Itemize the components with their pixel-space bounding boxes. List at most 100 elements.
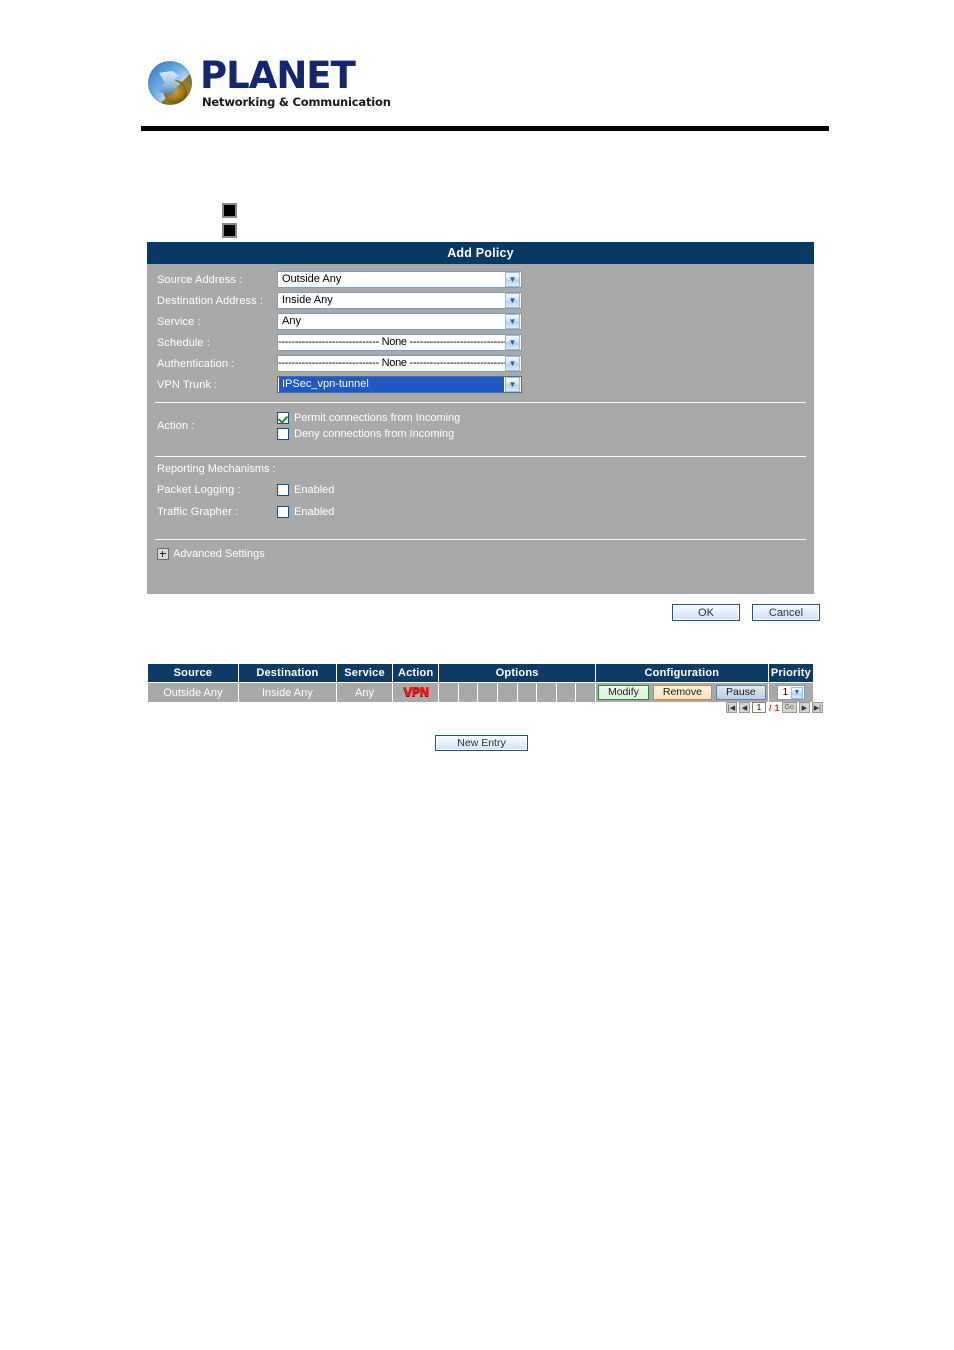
pause-button[interactable]: Pause [716,685,766,700]
chevron-down-icon[interactable]: ▼ [505,377,520,392]
select-destination-address[interactable]: Inside Any ▼ [277,292,522,309]
cell-option-5 [516,682,538,703]
column-header-service: Service [335,663,394,683]
field-row-source-address: Source Address : Outside Any ▼ [147,269,814,290]
column-header-options: Options [438,663,596,683]
cell-option-7 [555,682,577,703]
chevron-down-icon[interactable]: ▼ [505,272,520,287]
chevron-down-icon[interactable]: ▼ [505,335,520,350]
label-destination-address: Destination Address : [157,294,264,307]
select-vpn-trunk-value: IPSec_vpn-tunnel [279,377,504,392]
checkbox-row-deny[interactable]: Deny connections from Incoming [277,428,460,440]
field-row-authentication: Authentication : -----------------------… [147,353,814,374]
label-traffic-grapher: Traffic Grapher : [157,505,239,518]
ok-button[interactable]: OK [672,604,740,621]
cell-option-4 [497,682,518,703]
vpn-badge-icon: VPN [403,685,429,699]
label-source-address: Source Address : [157,273,243,286]
modify-button[interactable]: Modify [597,685,649,700]
label-packet-logging: Packet Logging : [157,483,241,496]
checkbox-row-permit[interactable]: Permit connections from Incoming [277,412,460,424]
table-header-row: Source Destination Service Action Option… [147,663,815,683]
select-service-value: Any [282,315,301,327]
planet-logo: PLANET Networking & Communication [148,56,468,116]
cell-option-2 [457,682,479,703]
cell-option-6 [536,682,557,703]
label-service: Service : [157,315,201,328]
chevron-down-icon[interactable]: ▼ [790,686,803,699]
checkbox-permit-incoming[interactable] [277,412,289,424]
expand-plus-icon[interactable] [157,548,169,560]
total-pages-label: 1 [774,702,780,713]
column-header-configuration: Configuration [594,663,769,683]
select-source-address-value: Outside Any [282,273,342,285]
chevron-down-icon[interactable]: ▼ [505,356,520,371]
select-source-address[interactable]: Outside Any ▼ [277,271,522,288]
new-entry-wrap: New Entry [435,735,528,751]
bullet-marker-1 [222,203,237,218]
action-options: Permit connections from Incoming Deny co… [277,412,460,440]
label-permit-incoming: Permit connections from Incoming [294,412,461,424]
label-schedule: Schedule : [157,336,210,349]
column-header-source: Source [147,663,239,683]
select-schedule-value: ------------------------------ None ----… [278,336,505,348]
pagination-controls: |◀ ◀ 1 / 1 Go ▶ ▶| [726,702,823,713]
field-row-destination-address: Destination Address : Inside Any ▼ [147,290,814,311]
brand-wordmark: PLANET [200,54,356,97]
dialog-button-bar: OK Cancel [672,604,820,621]
field-row-packet-logging: Packet Logging : Enabled [157,480,814,499]
brand-tagline: Networking & Communication [202,95,391,109]
checkbox-traffic-grapher[interactable] [277,505,289,518]
cell-action: VPN [392,682,440,703]
priority-select-value: 1 [782,687,789,698]
cell-source: Outside Any [147,682,239,703]
panel-bottom-spacer [147,568,814,594]
go-button[interactable]: Go [781,702,797,713]
add-policy-panel: Add Policy Source Address : Outside Any … [147,242,814,594]
last-page-button[interactable]: ▶| [811,702,823,713]
checkbox-deny-incoming[interactable] [277,428,289,440]
select-vpn-trunk[interactable]: IPSec_vpn-tunnel ▼ [277,376,522,393]
label-vpn-trunk: VPN Trunk : [157,378,218,391]
checkbox-row-traffic-grapher[interactable]: Enabled [277,505,335,518]
panel-body: Source Address : Outside Any ▼ Destinati… [147,269,814,594]
cell-option-3 [477,682,499,703]
column-header-destination: Destination [237,663,338,683]
advanced-settings-row[interactable]: Advanced Settings [147,540,814,568]
reporting-section: Reporting Mechanisms : Packet Logging : … [147,457,814,532]
remove-button[interactable]: Remove [652,685,712,700]
field-row-service: Service : Any ▼ [147,311,814,332]
label-action: Action : [157,420,195,432]
cell-service: Any [335,682,394,703]
prev-page-button[interactable]: ◀ [739,702,750,713]
field-row-schedule: Schedule : -----------------------------… [147,332,814,353]
column-header-priority: Priority [767,663,815,683]
cancel-button[interactable]: Cancel [752,604,820,621]
label-traffic-grapher-enabled: Enabled [294,505,335,518]
label-reporting-mechanisms: Reporting Mechanisms : [157,463,276,475]
checkbox-packet-logging[interactable] [277,483,289,496]
cell-configuration: Modify Remove Pause [594,682,769,703]
checkbox-row-packet-logging[interactable]: Enabled [277,483,335,496]
column-header-action: Action [392,663,440,683]
cell-option-1 [438,682,459,703]
chevron-down-icon[interactable]: ▼ [505,314,520,329]
label-packet-logging-enabled: Enabled [294,483,335,496]
priority-select[interactable]: 1 ▼ [776,685,805,700]
table-row: Outside Any Inside Any Any VPN Modify Re… [147,682,815,703]
page-separator: / [769,702,772,713]
next-page-button[interactable]: ▶ [798,702,810,713]
field-row-traffic-grapher: Traffic Grapher : Enabled [157,502,814,521]
select-service[interactable]: Any ▼ [277,313,522,330]
label-deny-incoming: Deny connections from Incoming [294,428,455,440]
cell-option-8 [575,682,596,703]
first-page-button[interactable]: |◀ [726,702,737,713]
chevron-down-icon[interactable]: ▼ [505,293,520,308]
label-advanced-settings: Advanced Settings [173,548,265,560]
header-divider [141,126,829,131]
select-authentication[interactable]: ------------------------------ None ----… [277,355,522,372]
new-entry-button[interactable]: New Entry [435,735,528,751]
select-schedule[interactable]: ------------------------------ None ----… [277,334,522,351]
label-authentication: Authentication : [157,357,235,370]
page-number-input[interactable]: 1 [752,702,766,713]
